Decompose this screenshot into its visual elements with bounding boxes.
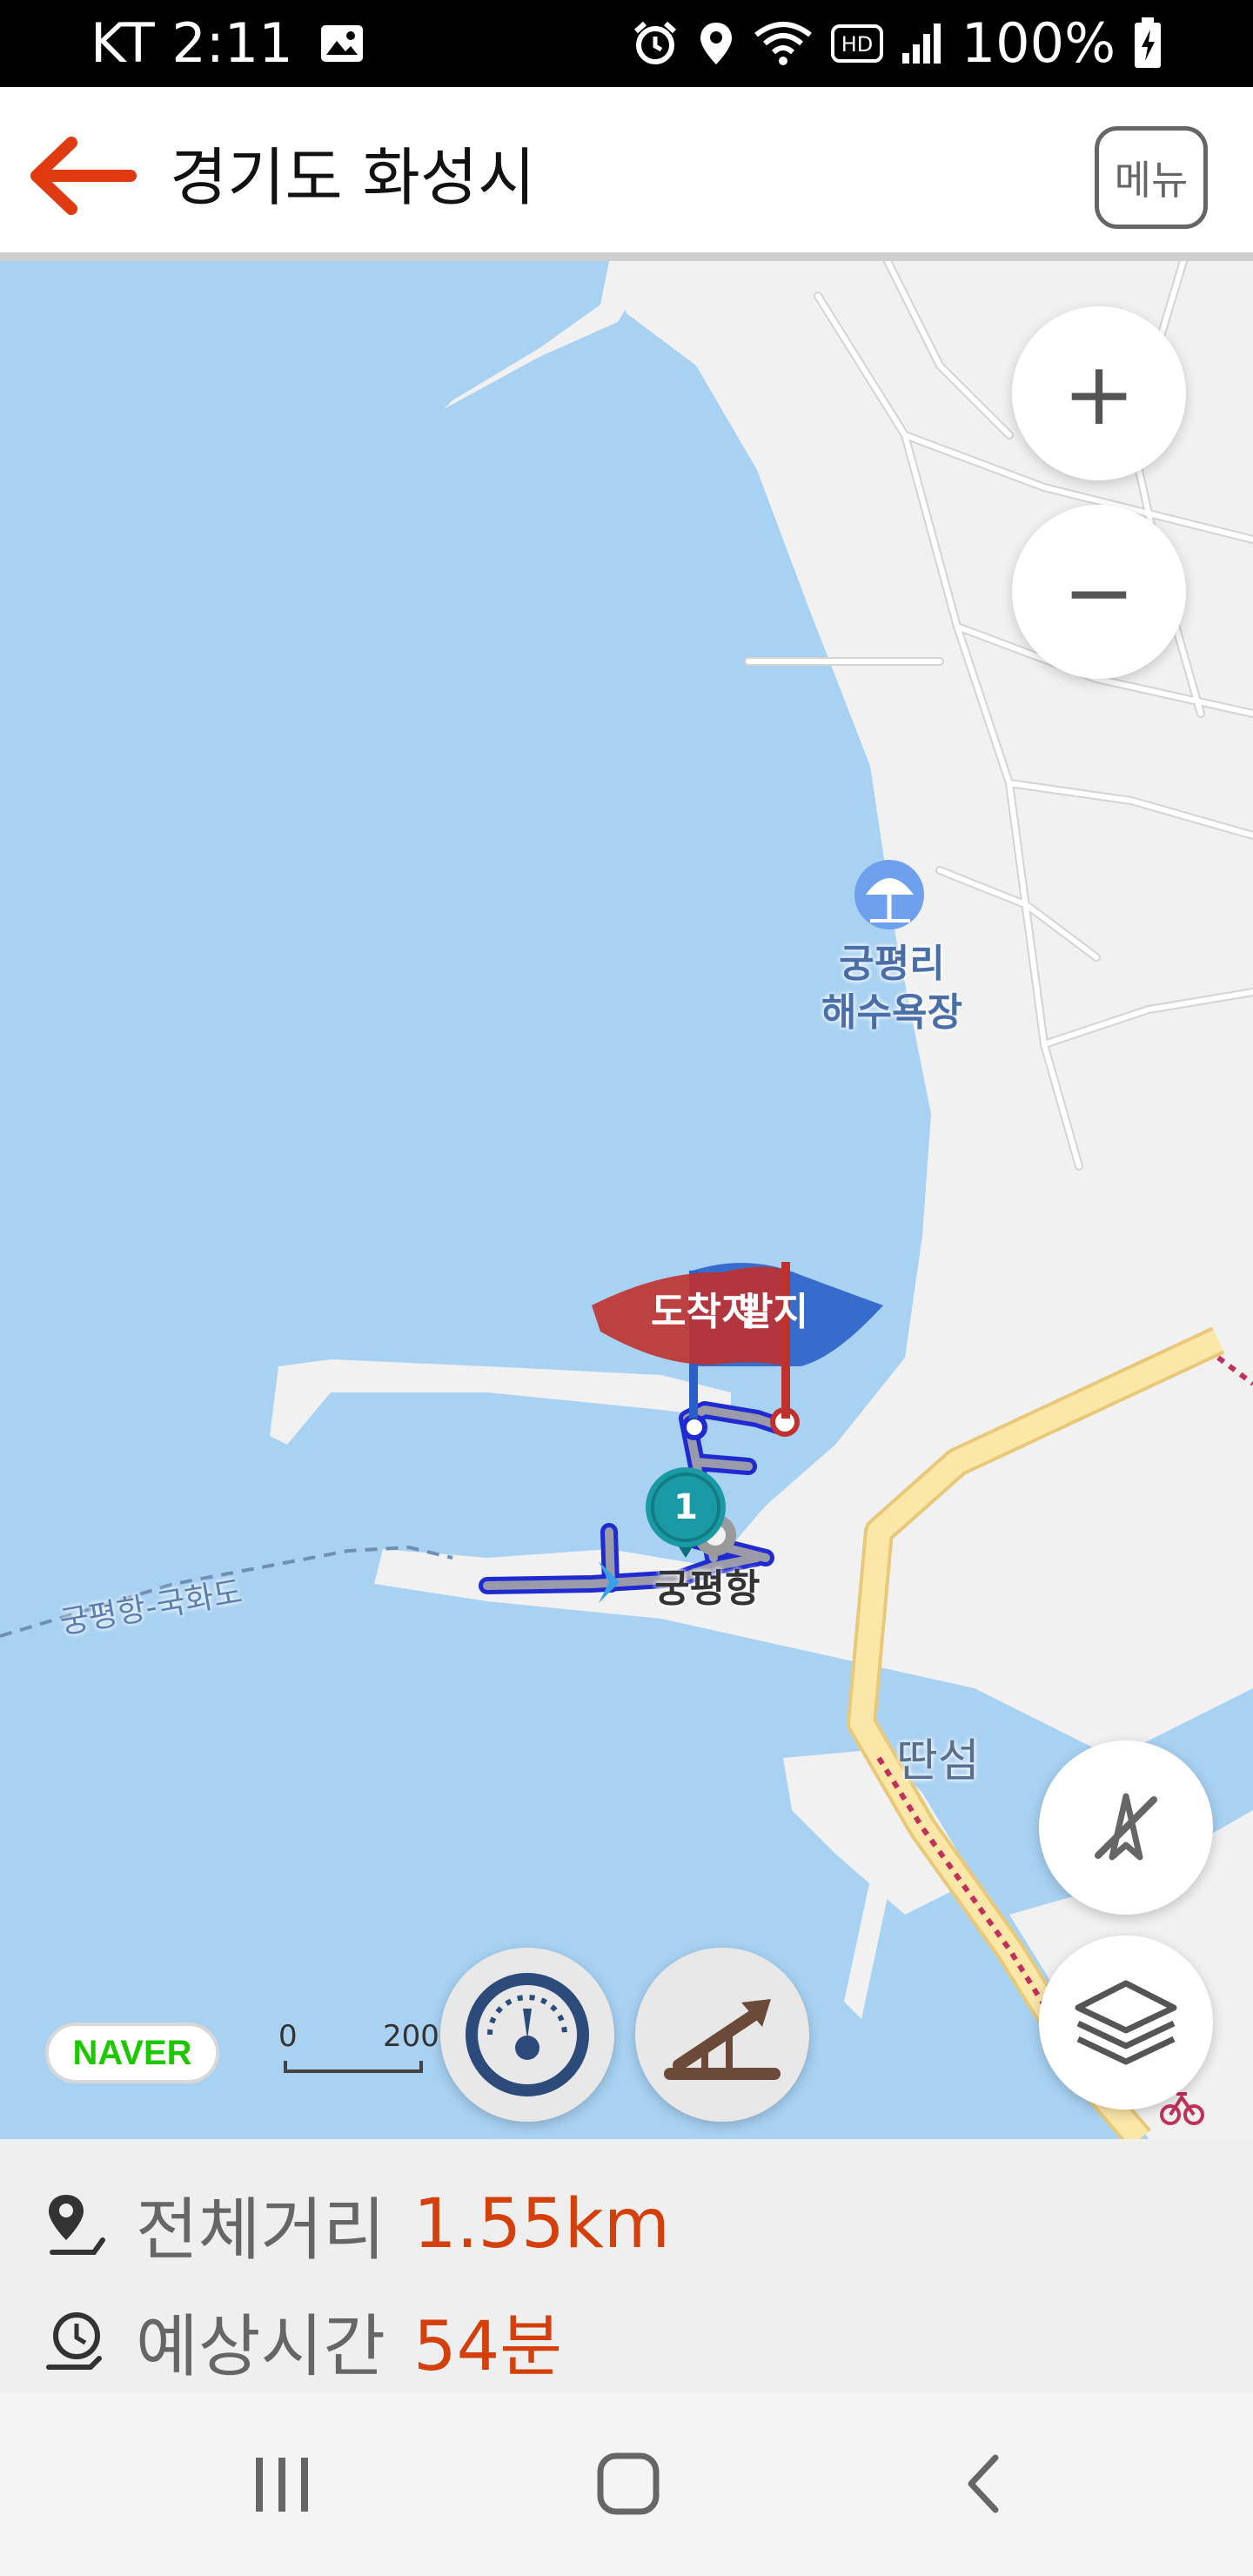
route-distance-icon bbox=[49, 2195, 105, 2255]
image-icon bbox=[320, 25, 363, 62]
home-icon[interactable] bbox=[595, 2451, 661, 2517]
scale-line bbox=[284, 2061, 423, 2073]
page-title: 경기도 화성시 bbox=[170, 141, 536, 214]
time-label: 예상시간 bbox=[136, 2308, 386, 2386]
header-bar: 경기도 화성시 메뉴 bbox=[0, 87, 1253, 261]
estimated-time-icon bbox=[46, 2312, 102, 2370]
system-navigation-bar bbox=[0, 2393, 1253, 2576]
zoom-in-button[interactable]: + bbox=[1012, 306, 1186, 480]
alarm-icon bbox=[633, 21, 676, 64]
speedometer-icon bbox=[466, 1973, 589, 2096]
naver-logo: NAVER bbox=[45, 2023, 219, 2083]
port-label: 궁평항 bbox=[654, 1566, 761, 1611]
scale-zero-label: 0 bbox=[278, 2019, 298, 2054]
layers-button[interactable] bbox=[1039, 1935, 1213, 2110]
distance-value: 1.55km bbox=[413, 2185, 670, 2264]
carrier-time: KT 2:11 bbox=[90, 11, 293, 75]
location-off-icon bbox=[1095, 1793, 1157, 1861]
recents-icon[interactable] bbox=[244, 2454, 322, 2515]
back-arrow-icon[interactable] bbox=[26, 132, 139, 219]
layers-icon bbox=[1075, 1980, 1177, 2065]
waypoint-number: 1 bbox=[673, 1487, 698, 1527]
time-value: 54분 bbox=[413, 2308, 563, 2386]
wifi-icon bbox=[754, 22, 812, 65]
map-view[interactable]: 도착지 발지 1 궁평리 해수욕장 궁평항 궁평항-국화도 딴섬 + − NAV… bbox=[0, 261, 1253, 2139]
time-row: 예상시간 54분 bbox=[42, 2292, 562, 2390]
signal-icon bbox=[901, 23, 941, 64]
status-bar: KT 2:11 HD 100% bbox=[0, 0, 1253, 87]
battery-percent: 100% bbox=[961, 11, 1116, 75]
island-label: 딴섬 bbox=[896, 1735, 980, 1788]
route-info-panel: 전체거리 1.55km 예상시간 54분 bbox=[0, 2139, 1253, 2393]
battery-charging-icon bbox=[1135, 17, 1161, 68]
back-icon[interactable] bbox=[957, 2451, 1009, 2517]
pier bbox=[270, 1359, 731, 1445]
map-scale-bar: 0 200 bbox=[278, 2019, 439, 2089]
location-tracking-button[interactable] bbox=[1039, 1741, 1213, 1915]
menu-button[interactable]: 메뉴 bbox=[1095, 126, 1208, 229]
svg-text:HD: HD bbox=[841, 32, 873, 57]
elevation-icon bbox=[664, 1999, 781, 2080]
distance-label: 전체거리 bbox=[136, 2191, 386, 2270]
zoom-out-button[interactable]: − bbox=[1012, 505, 1186, 679]
distance-row: 전체거리 1.55km bbox=[42, 2176, 670, 2273]
location-icon bbox=[700, 23, 732, 64]
beach-icon bbox=[854, 860, 924, 929]
beach-label: 궁평리 해수욕장 bbox=[821, 942, 962, 1035]
departure-flag-label: 발지 bbox=[738, 1290, 808, 1334]
speed-button[interactable] bbox=[440, 1948, 614, 2122]
elevation-button[interactable] bbox=[635, 1948, 809, 2122]
hd-icon: HD bbox=[830, 24, 883, 63]
scale-end-label: 200 bbox=[383, 2019, 439, 2054]
